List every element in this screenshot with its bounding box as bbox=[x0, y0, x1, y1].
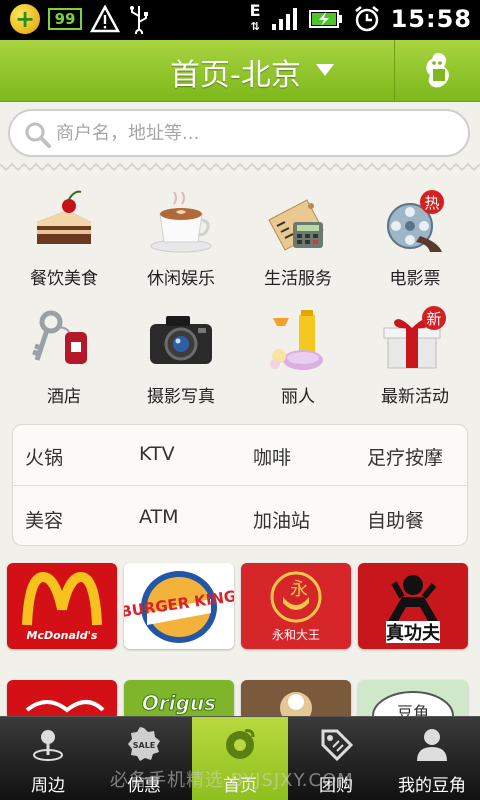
svg-text:Origus: Origus bbox=[142, 691, 216, 715]
coffee-icon bbox=[150, 191, 212, 253]
brand-card[interactable] bbox=[241, 680, 351, 720]
category-movie-tickets[interactable]: 热 电影票 bbox=[355, 178, 475, 296]
burger-king-logo: BURGER KING bbox=[124, 571, 234, 643]
category-label: 休闲娱乐 bbox=[147, 269, 215, 289]
location-pin-icon bbox=[33, 730, 63, 761]
network-type-icon: E ⇅ bbox=[249, 1, 261, 34]
brand-card[interactable] bbox=[7, 680, 117, 720]
brand-partial-logo bbox=[25, 700, 105, 713]
home-bean-icon bbox=[226, 729, 255, 759]
brand-partial-logo: 豆角 bbox=[372, 691, 454, 720]
status-clock: 15:58 bbox=[390, 5, 472, 33]
tag-beauty[interactable]: 美容 bbox=[25, 506, 63, 533]
category-label: 电影票 bbox=[389, 269, 441, 289]
category-label: 最新活动 bbox=[381, 387, 449, 407]
tag-atm[interactable]: ATM bbox=[139, 506, 179, 528]
category-label: 酒店 bbox=[47, 387, 81, 407]
svg-text:永和大王: 永和大王 bbox=[272, 628, 320, 642]
warning-icon bbox=[90, 5, 120, 33]
category-label: 丽人 bbox=[281, 387, 315, 407]
nav-label: 周边 bbox=[31, 776, 65, 796]
svg-text:真功夫: 真功夫 bbox=[386, 622, 441, 644]
mcdonalds-logo: McDonald's bbox=[22, 571, 102, 642]
tag-ktv[interactable]: KTV bbox=[139, 443, 175, 465]
category-label: 生活服务 bbox=[264, 269, 332, 289]
sale-tag-icon: SALE bbox=[128, 727, 160, 761]
gift-icon: 新 bbox=[383, 306, 446, 369]
divider bbox=[13, 485, 467, 486]
zhengongfu-logo: 真功夫 bbox=[386, 575, 441, 644]
battery-charging-icon bbox=[308, 10, 342, 28]
brand-zhengongfu[interactable]: 真功夫 bbox=[358, 563, 468, 649]
camera-icon bbox=[150, 316, 212, 364]
category-grid: 餐饮美食 休闲娱乐 生活服务 热 电影票 酒店 摄影写真 丽人 新 最新活动 bbox=[0, 172, 480, 412]
svg-text:McDonald's: McDonald's bbox=[27, 629, 98, 642]
top-header: 首页-北京 bbox=[0, 40, 480, 102]
nav-nearby[interactable]: 周边 bbox=[0, 717, 96, 800]
brand-yonghe[interactable]: 永 永和大王 bbox=[241, 563, 351, 649]
signal-icon bbox=[271, 8, 297, 30]
cosmetics-icon bbox=[270, 310, 323, 370]
svg-text:SALE: SALE bbox=[133, 741, 156, 750]
category-services[interactable]: 生活服务 bbox=[238, 178, 358, 296]
brand-burger-king[interactable]: BURGER KING bbox=[124, 563, 234, 649]
key-icon bbox=[32, 310, 87, 364]
tag-foot-massage[interactable]: 足疗按摩 bbox=[367, 443, 443, 470]
battery-percent-icon: 99 bbox=[48, 8, 82, 30]
user-icon bbox=[417, 729, 447, 761]
svg-text:永: 永 bbox=[290, 579, 308, 600]
category-hotel[interactable]: 酒店 bbox=[4, 296, 124, 414]
price-tag-icon bbox=[321, 729, 353, 761]
city-selector[interactable]: 首页-北京 bbox=[170, 50, 301, 94]
category-photography[interactable]: 摄影写真 bbox=[121, 296, 241, 414]
brand-mcdonalds[interactable]: McDonald's bbox=[7, 563, 117, 649]
category-food[interactable]: 餐饮美食 bbox=[4, 178, 124, 296]
checkin-button[interactable] bbox=[394, 40, 480, 101]
cake-icon bbox=[37, 190, 91, 244]
tag-hotpot[interactable]: 火锅 bbox=[25, 443, 63, 470]
origus-logo: Origus bbox=[141, 691, 216, 716]
zigzag-divider bbox=[0, 162, 480, 172]
category-label: 餐饮美食 bbox=[30, 269, 98, 289]
quick-tags-panel: 火锅 KTV 咖啡 足疗按摩 美容 ATM 加油站 自助餐 bbox=[12, 424, 468, 546]
app-plus-icon: + bbox=[10, 4, 40, 34]
watermark: 必备手机精选 BYJSJXY.COM bbox=[110, 770, 354, 791]
search-icon bbox=[25, 122, 51, 148]
new-badge: 新 bbox=[426, 310, 441, 328]
search-box[interactable] bbox=[8, 109, 470, 157]
usb-icon bbox=[130, 6, 148, 34]
brand-partial-logo bbox=[280, 692, 312, 720]
film-reel-icon: 热 bbox=[387, 190, 444, 252]
brand-card[interactable]: 豆角 bbox=[358, 680, 468, 720]
nav-my-account[interactable]: 我的豆角 bbox=[384, 717, 480, 800]
chevron-down-icon[interactable] bbox=[316, 64, 334, 76]
calculator-icon bbox=[268, 199, 324, 251]
search-bar bbox=[0, 102, 480, 166]
category-leisure[interactable]: 休闲娱乐 bbox=[121, 178, 241, 296]
hot-badge: 热 bbox=[424, 194, 439, 212]
category-activities[interactable]: 新 最新活动 bbox=[355, 296, 475, 414]
bean-mascot-icon bbox=[425, 52, 449, 87]
alarm-clock-icon bbox=[354, 6, 379, 32]
category-label: 摄影写真 bbox=[147, 387, 215, 407]
nav-label: 我的豆角 bbox=[398, 776, 466, 796]
tag-buffet[interactable]: 自助餐 bbox=[367, 506, 424, 533]
status-bar: + 99 E ⇅ 15:58 bbox=[0, 0, 480, 40]
brand-origus[interactable]: Origus bbox=[124, 680, 234, 720]
tag-coffee[interactable]: 咖啡 bbox=[253, 443, 291, 470]
tag-gas-station[interactable]: 加油站 bbox=[253, 506, 310, 533]
search-input[interactable] bbox=[56, 119, 436, 147]
yonghe-logo: 永 永和大王 bbox=[270, 571, 322, 642]
category-beauty[interactable]: 丽人 bbox=[238, 296, 358, 414]
